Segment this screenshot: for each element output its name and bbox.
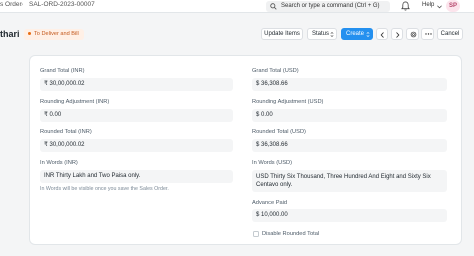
rounded-total-inr-label: Rounded Total (INR) [40, 129, 92, 135]
breadcrumb-parent[interactable]: s Order [0, 1, 22, 8]
grand-total-inr-field[interactable]: ₹ 30,00,000.02 [40, 78, 233, 91]
rounding-adjustment-usd-label: Rounding Adjustment (USD) [252, 99, 324, 105]
chevron-left-icon [380, 31, 384, 38]
grand-total-usd-field[interactable]: $ 36,308.66 [252, 78, 447, 91]
chevron-down-icon [437, 5, 442, 9]
rounding-adjustment-usd-field[interactable]: $ 0.00 [252, 109, 447, 122]
top-navbar: s Order › SAL-ORD-2023-00007 Search or t… [0, 0, 474, 13]
disable-rounded-total-checkbox[interactable] [253, 231, 259, 237]
create-button[interactable]: Create [341, 28, 373, 40]
chevron-updown-icon [330, 32, 334, 37]
rounding-adjustment-inr-label: Rounding Adjustment (INR) [40, 99, 110, 105]
create-button-label: Create [346, 31, 365, 37]
advance-paid-label: Advance Paid [252, 200, 288, 206]
status-badge: To Deliver and Bill [24, 29, 84, 40]
rounding-adjustment-inr-field[interactable]: ₹ 0.00 [40, 109, 233, 122]
print-button[interactable] [406, 28, 419, 40]
search-icon [270, 3, 277, 10]
chevron-right-icon [396, 31, 400, 38]
status-dropdown-label: Status [312, 31, 330, 37]
breadcrumb-separator-icon: › [21, 1, 24, 8]
in-words-usd-label: In Words (USD) [252, 160, 293, 166]
more-horizontal-icon [424, 33, 432, 35]
in-words-usd-field[interactable]: USD Thirty Six Thousand, Three Hundred A… [252, 170, 447, 192]
advance-paid-field[interactable]: $ 10,000.00 [252, 209, 447, 222]
cancel-button[interactable]: Cancel [437, 28, 463, 40]
grand-total-inr-label: Grand Total (INR) [40, 68, 85, 74]
search-bar[interactable]: Search or type a command (Ctrl + G) [266, 1, 390, 12]
rounded-total-usd-label: Rounded Total (USD) [252, 129, 306, 135]
update-items-button[interactable]: Update Items [261, 28, 303, 40]
in-words-inr-label: In Words (INR) [40, 160, 78, 166]
status-dropdown-button[interactable]: Status [307, 28, 337, 40]
breadcrumb-current[interactable]: SAL-ORD-2023-00007 [29, 1, 95, 8]
status-dot-icon [28, 31, 31, 35]
cancel-button-label: Cancel [440, 31, 460, 37]
page-title: thari [0, 29, 20, 39]
in-words-inr-hint: In Words will be visible once you save t… [40, 186, 169, 192]
search-placeholder: Search or type a command (Ctrl + G) [281, 2, 380, 9]
disable-rounded-total-label: Disable Rounded Total [262, 231, 320, 237]
chevron-updown-icon [366, 32, 370, 37]
previous-doc-button[interactable] [376, 28, 388, 40]
rounded-total-usd-field[interactable]: $ 36,308.66 [252, 139, 447, 152]
help-menu[interactable]: Help [422, 2, 434, 8]
grand-total-usd-label: Grand Total (USD) [252, 68, 299, 74]
rounded-total-inr-field[interactable]: ₹ 30,00,000.02 [40, 139, 233, 152]
status-badge-label: To Deliver and Bill [34, 31, 79, 37]
next-doc-button[interactable] [391, 28, 403, 40]
update-items-label: Update Items [264, 31, 300, 37]
settings-gear-icon [410, 31, 416, 38]
more-actions-button[interactable] [421, 28, 434, 40]
user-avatar[interactable]: SP [446, 0, 460, 12]
in-words-inr-field[interactable]: INR Thirty Lakh and Two Paisa only. [40, 170, 233, 183]
notification-bell-icon[interactable] [401, 1, 410, 11]
